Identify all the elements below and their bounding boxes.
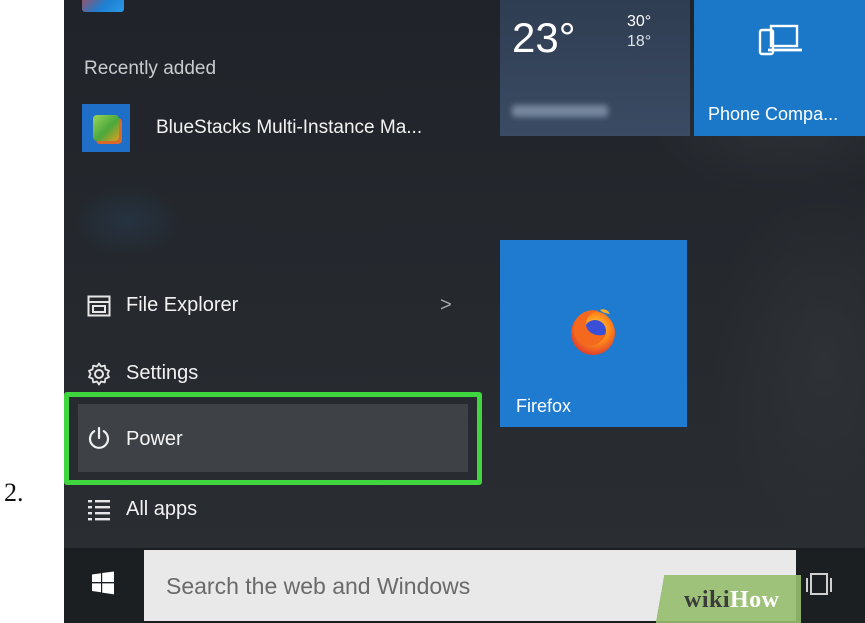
start-button[interactable]: [64, 548, 142, 623]
high-temperature: 30°: [627, 13, 652, 30]
menu-item-label: All apps: [126, 498, 198, 520]
task-view-icon[interactable]: [804, 570, 834, 600]
menu-item-file-explorer[interactable]: File Explorer >: [78, 280, 468, 332]
gear-icon: [86, 361, 112, 387]
blurred-region: [72, 186, 182, 256]
menu-item-label: Settings: [126, 362, 199, 384]
phone-companion-tile[interactable]: Phone Compa...: [694, 0, 865, 136]
highlight-box: [64, 392, 482, 485]
low-temperature: 18°: [627, 33, 652, 50]
firefox-label: Firefox: [516, 396, 572, 416]
chevron-right-icon[interactable]: >: [440, 294, 452, 317]
step-number: 2.: [4, 478, 24, 507]
bluestacks-icon: [82, 104, 130, 152]
weather-tile[interactable]: 23° 30° 18°: [500, 0, 690, 136]
menu-item-label: File Explorer: [126, 294, 239, 316]
phone-laptop-icon: [758, 22, 808, 62]
watermark-how: How: [730, 587, 780, 613]
search-placeholder: Search the web and Windows: [166, 573, 471, 599]
list-icon: [86, 497, 112, 523]
start-menu-screenshot: Recently added BlueStacks Multi-Instance…: [64, 0, 865, 623]
recent-app-bluestacks[interactable]: BlueStacks Multi-Instance Ma...: [78, 100, 488, 156]
wikihow-watermark: wikiHow: [650, 575, 801, 623]
recent-app-label: BlueStacks Multi-Instance Ma...: [156, 117, 423, 138]
recently-added-heading: Recently added: [84, 58, 217, 79]
firefox-tile[interactable]: Firefox: [500, 240, 687, 427]
windows-logo-icon: [91, 571, 115, 600]
blurred-location: [512, 105, 608, 117]
current-temperature: 23°: [512, 14, 576, 61]
firefox-logo: [566, 304, 620, 358]
menu-item-all-apps[interactable]: All apps: [78, 484, 468, 536]
watermark-wiki: wiki: [684, 587, 731, 613]
folder-icon: [86, 293, 112, 319]
phone-companion-label: Phone Compa...: [708, 104, 839, 124]
partial-app-icon[interactable]: [82, 0, 124, 12]
